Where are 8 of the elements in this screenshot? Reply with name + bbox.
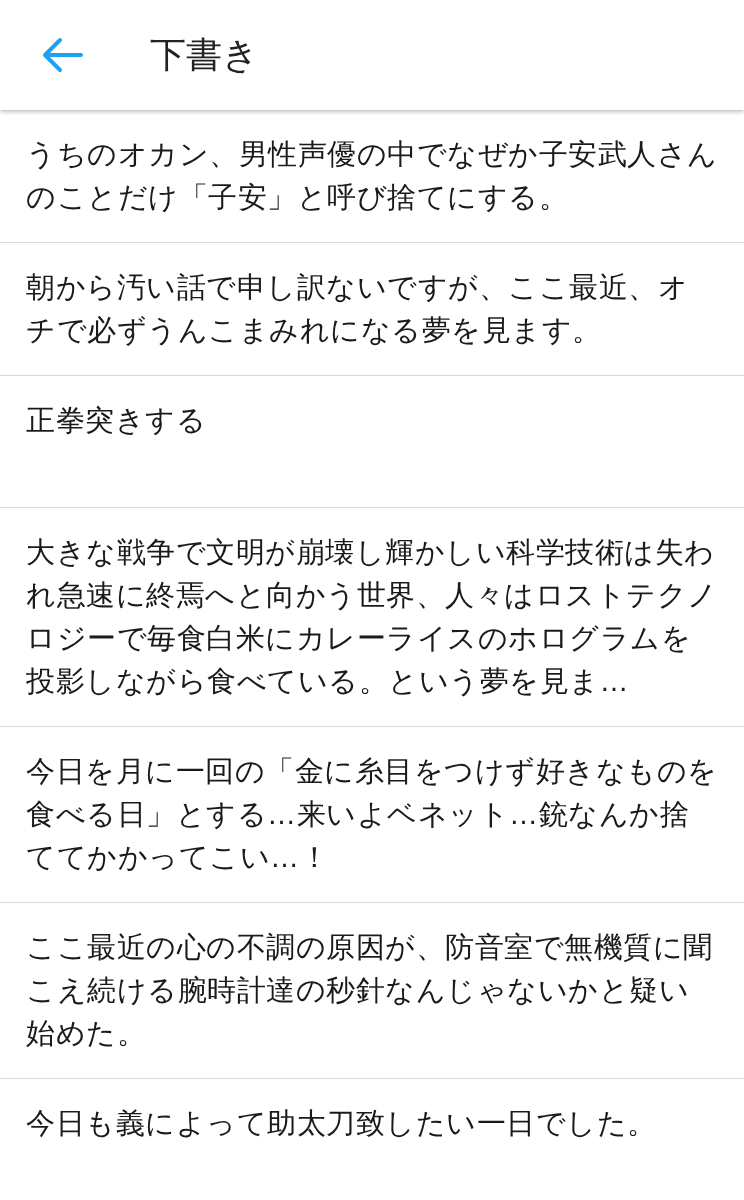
draft-item[interactable]: ここ最近の心の不調の原因が、防音室で無機質に聞こえ続ける腕時計達の秒針なんじゃないかと疑い始めた。 xyxy=(26,926,718,1055)
draft-item[interactable]: 今日を月に一回の「金に糸目をつけず好きなものを食べる日」とする…来いよベネット…銃なんか捨ててかかってこい…！ xyxy=(26,750,718,879)
draft-item[interactable]: 大きな戦争で文明が崩壊し輝かしい科学技術は失われ急速に終焉へと向かう世界、人々はロストテクノロジーで毎食白米にカレーライスのホログラムを投影しながら食べている。という夢を見ま… xyxy=(26,531,718,703)
draft-item[interactable]: 今日も義によって助太刀致したい一日でした。 xyxy=(26,1102,718,1145)
draft-item[interactable]: 朝から汚い話で申し訳ないですが、ここ最近、オチで必ずうんこまみれになる夢を見ます。 xyxy=(26,266,718,352)
draft-item[interactable]: うちのオカン、男性声優の中でなぜか子安武人さんのことだけ「子安」と呼び捨てにする。 xyxy=(26,133,718,219)
draft-item[interactable]: 正拳突きする xyxy=(26,399,718,442)
page-title: 下書き xyxy=(150,33,259,77)
